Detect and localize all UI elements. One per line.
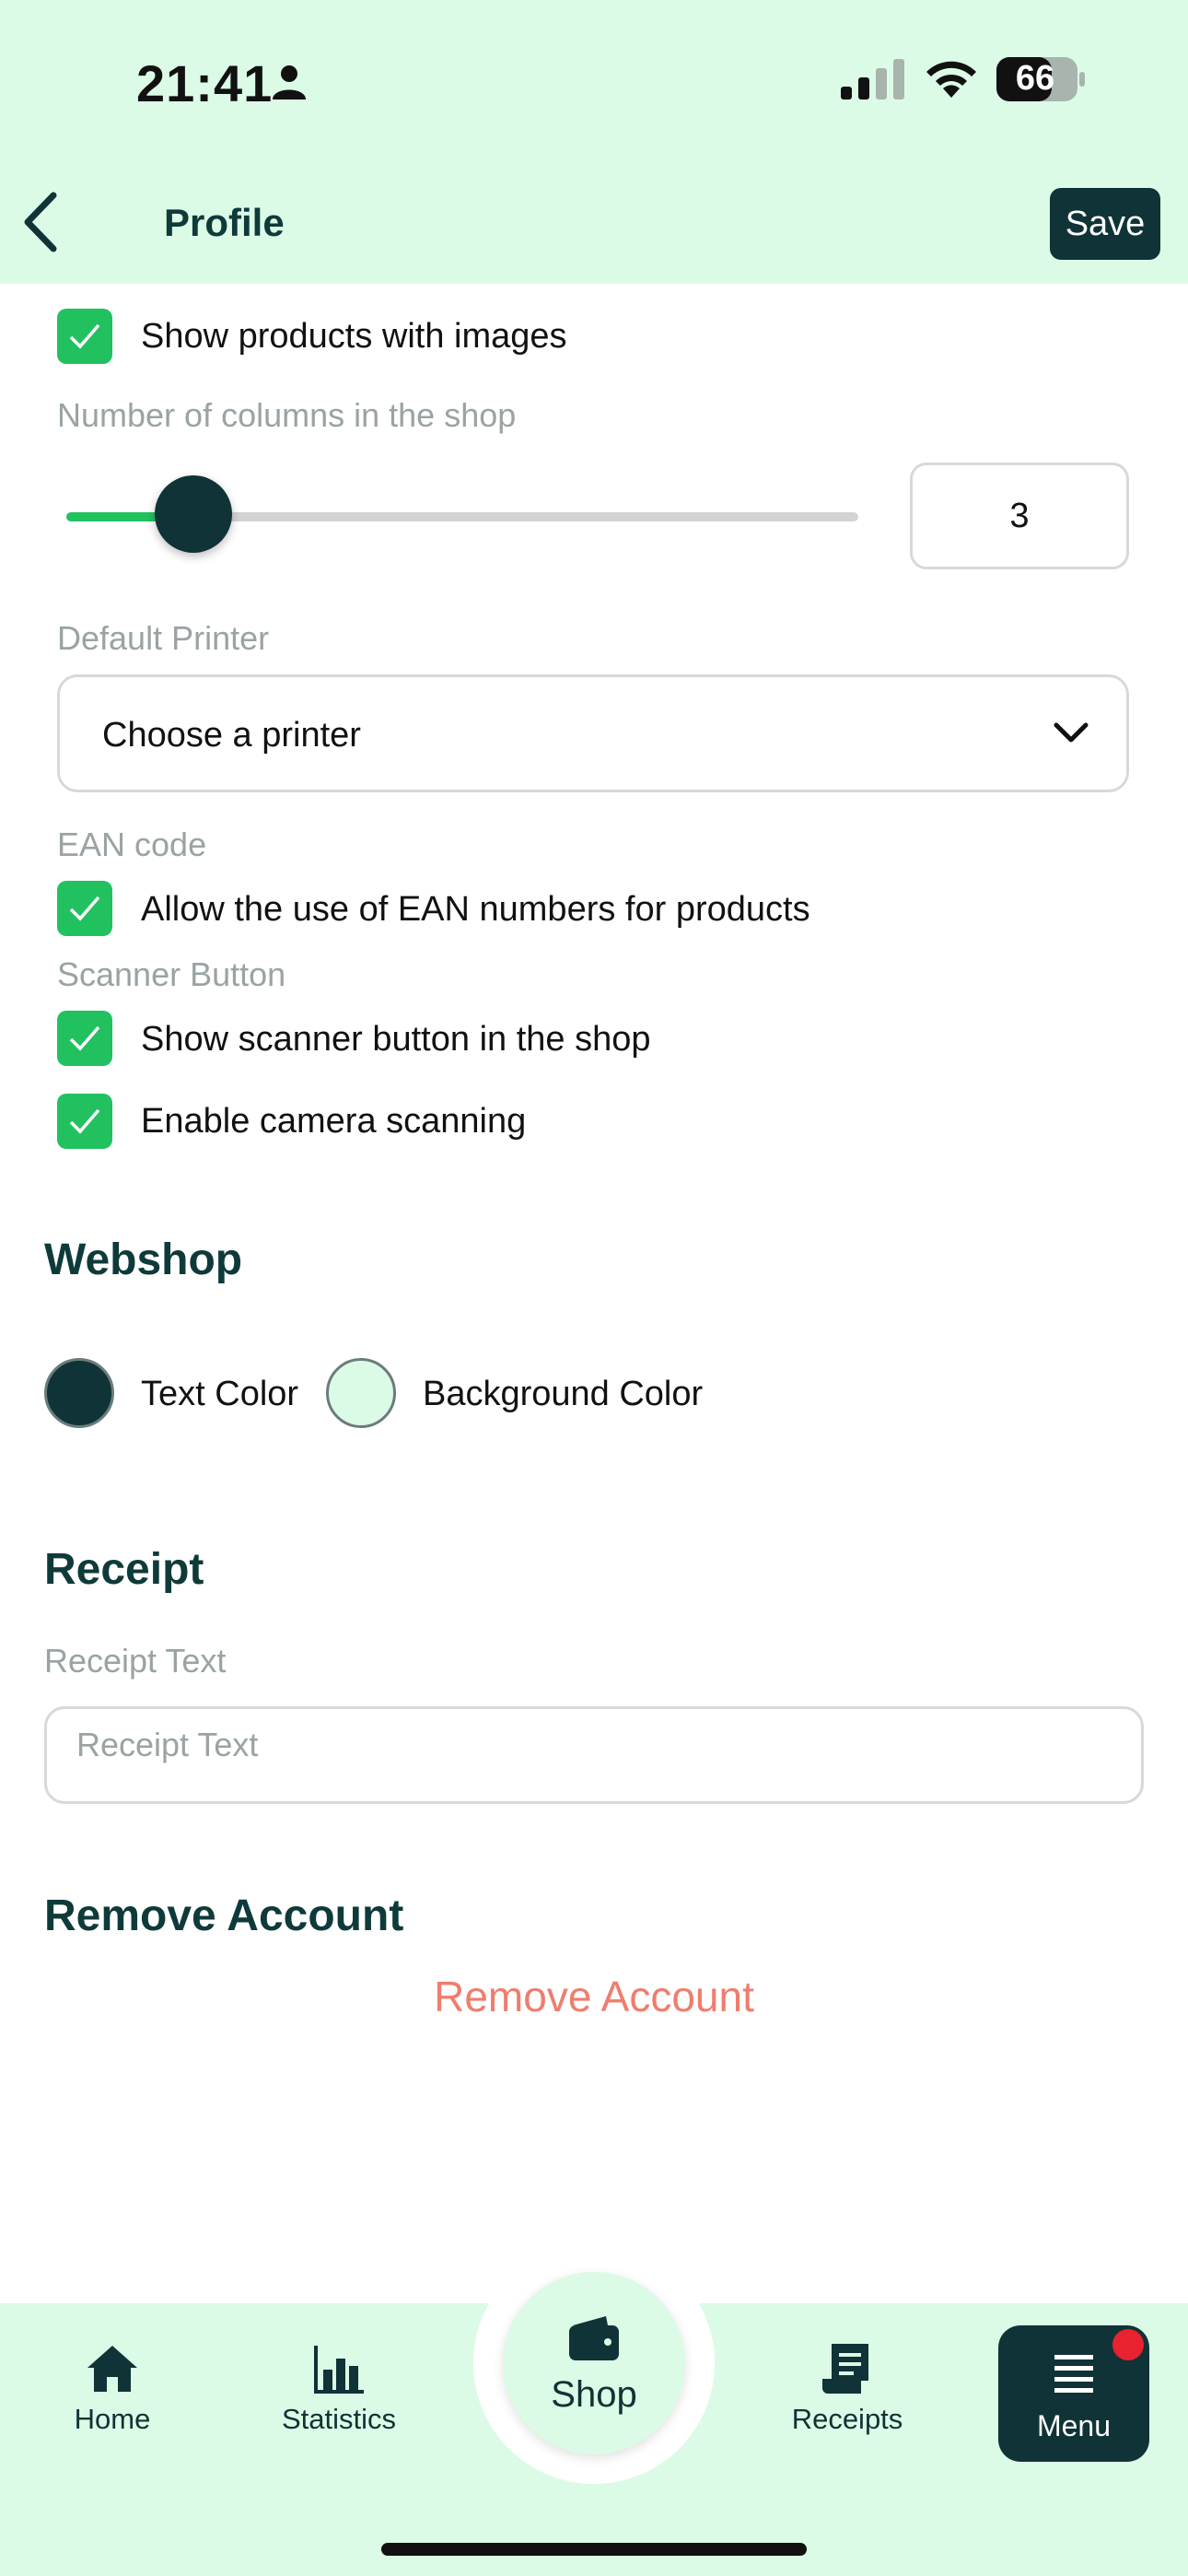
checkmark-icon (69, 1108, 100, 1134)
nav-receipts-label: Receipts (791, 2403, 903, 2435)
background-color-label: Background Color (423, 1375, 704, 1413)
notification-dot (1112, 2329, 1144, 2360)
background-color-swatch[interactable] (326, 1358, 396, 1428)
menu-icon (1054, 2355, 1093, 2393)
remove-account-link[interactable]: Remove Account (0, 1972, 1188, 2021)
webshop-heading: Webshop (44, 1235, 243, 1284)
nav-statistics-label: Statistics (281, 2403, 397, 2435)
ean-section-label: EAN code (57, 825, 207, 863)
person-icon (273, 65, 306, 100)
receipt-heading: Receipt (44, 1545, 204, 1594)
columns-value-input[interactable]: 3 (910, 463, 1129, 569)
wifi-icon (926, 61, 976, 98)
battery-level: 66 (1015, 59, 1055, 98)
page-title: Profile (164, 201, 285, 244)
chevron-down-icon (1054, 722, 1089, 743)
checkmark-icon (69, 323, 100, 349)
nav-shop[interactable]: Shop (503, 2272, 685, 2454)
scanner-button-checkbox[interactable] (57, 1011, 112, 1066)
columns-label: Number of columns in the shop (57, 396, 517, 434)
checkmark-icon (69, 896, 100, 921)
columns-slider-thumb[interactable] (154, 475, 232, 553)
remove-account-heading: Remove Account (44, 1891, 404, 1940)
bar-chart-icon (314, 2346, 364, 2394)
scanner-section-label: Scanner Button (57, 955, 286, 993)
camera-scanning-label: Enable camera scanning (141, 1102, 527, 1141)
ean-checkbox[interactable] (57, 881, 112, 936)
nav-receipts[interactable]: Receipts (755, 2340, 939, 2436)
receipt-icon (822, 2344, 868, 2394)
nav-statistics[interactable]: Statistics (247, 2340, 431, 2436)
printer-select-value: Choose a printer (102, 716, 361, 755)
show-images-label: Show products with images (141, 317, 567, 356)
home-indicator (381, 2543, 807, 2556)
checkmark-icon (69, 1025, 100, 1051)
save-button[interactable]: Save (1050, 188, 1160, 260)
nav-home[interactable]: Home (20, 2340, 204, 2436)
back-chevron-icon[interactable] (18, 190, 64, 254)
printer-select[interactable]: Choose a printer (57, 674, 1129, 792)
camera-scanning-checkbox[interactable] (57, 1094, 112, 1149)
home-icon (87, 2346, 137, 2392)
printer-label: Default Printer (57, 619, 270, 657)
nav-home-label: Home (74, 2403, 151, 2435)
wallet-icon (569, 2316, 619, 2360)
status-time: 21:41 (136, 54, 274, 112)
receipt-text-placeholder: Receipt Text (76, 1726, 259, 1763)
text-color-label: Text Color (141, 1375, 299, 1413)
text-color-swatch[interactable] (44, 1358, 114, 1428)
cellular-signal-icon (841, 59, 904, 100)
nav-menu-label: Menu (1036, 2409, 1112, 2442)
nav-shop-label: Shop (551, 2374, 637, 2415)
receipt-text-input[interactable]: Receipt Text (44, 1706, 1144, 1804)
receipt-text-label: Receipt Text (44, 1642, 227, 1680)
scanner-button-label: Show scanner button in the shop (141, 1020, 651, 1059)
ean-label: Allow the use of EAN numbers for product… (141, 890, 810, 929)
show-images-checkbox[interactable] (57, 309, 112, 364)
